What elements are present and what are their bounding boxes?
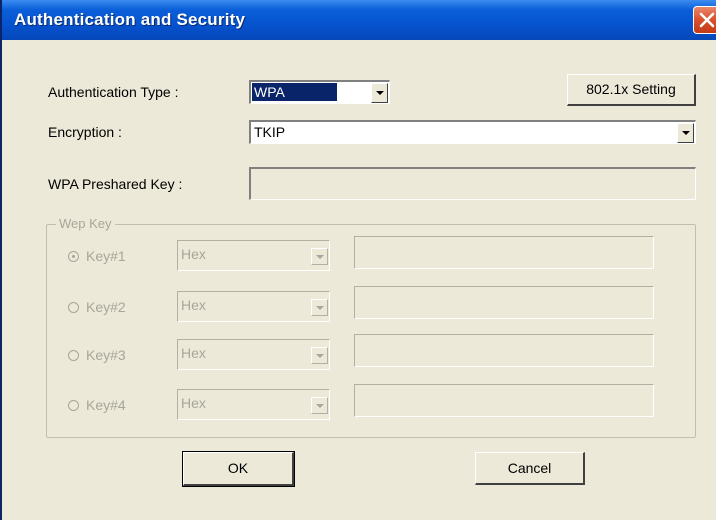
- preshared-key-label: WPA Preshared Key :: [48, 176, 183, 192]
- encryption-value: TKIP: [254, 124, 286, 140]
- authentication-type-value: WPA: [252, 83, 337, 101]
- key4-radio[interactable]: [68, 400, 79, 411]
- key2-value-field[interactable]: [354, 286, 654, 319]
- key4-value-field[interactable]: [354, 384, 654, 417]
- key1-format-value: Hex: [181, 246, 206, 262]
- key3-radio[interactable]: [68, 350, 79, 361]
- wep-key-legend: Wep Key: [56, 216, 115, 231]
- title-bar[interactable]: Authentication and Security: [2, 0, 716, 40]
- ok-button[interactable]: OK: [182, 451, 295, 487]
- close-icon: [699, 12, 715, 28]
- chevron-down-icon[interactable]: [311, 347, 328, 364]
- key2-label: Key#2: [86, 299, 126, 315]
- key1-radio[interactable]: [68, 251, 79, 262]
- key4-format-value: Hex: [181, 395, 206, 411]
- chevron-down-icon[interactable]: [677, 123, 694, 143]
- key3-format-select[interactable]: Hex: [177, 339, 330, 370]
- key1-format-select[interactable]: Hex: [177, 240, 330, 271]
- encryption-label: Encryption :: [48, 124, 122, 140]
- chevron-down-icon[interactable]: [311, 299, 328, 316]
- key2-format-value: Hex: [181, 297, 206, 313]
- chevron-down-icon[interactable]: [371, 83, 388, 103]
- key3-format-value: Hex: [181, 345, 206, 361]
- chevron-down-icon[interactable]: [311, 248, 328, 265]
- key2-format-select[interactable]: Hex: [177, 291, 330, 322]
- window-title: Authentication and Security: [14, 10, 246, 29]
- close-button[interactable]: [693, 6, 716, 34]
- key3-label: Key#3: [86, 347, 126, 363]
- key2-radio[interactable]: [68, 302, 79, 313]
- key3-value-field[interactable]: [354, 334, 654, 367]
- preshared-key-field[interactable]: [249, 167, 696, 200]
- key1-value-field[interactable]: [354, 236, 654, 269]
- authentication-dialog: Authentication and Security Authenticati…: [0, 0, 716, 520]
- authentication-type-select[interactable]: WPA: [249, 80, 390, 104]
- chevron-down-icon[interactable]: [311, 397, 328, 414]
- key4-label: Key#4: [86, 397, 126, 413]
- key4-format-select[interactable]: Hex: [177, 389, 330, 420]
- 802-1x-setting-button[interactable]: 802.1x Setting: [567, 74, 696, 106]
- authentication-type-label: Authentication Type :: [48, 84, 179, 100]
- cancel-button[interactable]: Cancel: [475, 452, 585, 485]
- key1-label: Key#1: [86, 248, 126, 264]
- encryption-select[interactable]: TKIP: [249, 120, 696, 144]
